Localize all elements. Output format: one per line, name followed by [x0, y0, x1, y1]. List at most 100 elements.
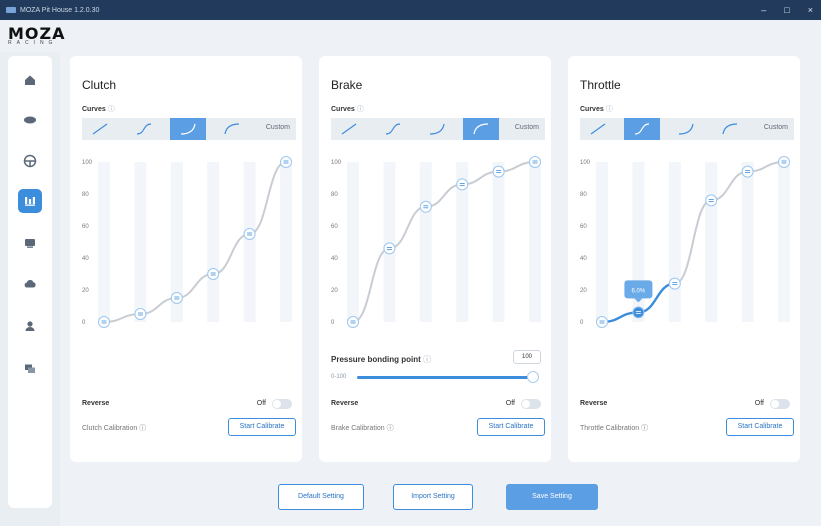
- preset-custom[interactable]: Custom: [515, 124, 539, 131]
- brake-curve-chart[interactable]: 100 80 60 40 20 0: [329, 152, 545, 332]
- app-icon: [6, 7, 16, 13]
- start-calibrate-button[interactable]: Start Calibrate: [726, 418, 794, 436]
- preset-linear[interactable]: [580, 118, 616, 140]
- sidebar-item-user[interactable]: [18, 314, 42, 338]
- curve-handle[interactable]: [741, 165, 754, 178]
- grid-column: [492, 162, 505, 322]
- curve-presets: Custom: [82, 118, 296, 140]
- curve-handle[interactable]: [347, 316, 359, 328]
- calibration-row: Clutch Calibration ⓘ Start Calibrate: [82, 418, 296, 436]
- curve-handle[interactable]: [98, 316, 110, 328]
- sidebar: [8, 56, 52, 508]
- curve-handle[interactable]: [419, 200, 432, 213]
- y-tick-label: 100: [580, 160, 591, 166]
- linear-curve-icon: [590, 123, 606, 135]
- save-setting-button[interactable]: Save Setting: [506, 484, 598, 510]
- preset-exponential[interactable]: [170, 118, 206, 140]
- preset-logarithmic[interactable]: [712, 118, 748, 140]
- pressure-slider-track[interactable]: [357, 376, 533, 379]
- steering-wheel-icon: [23, 154, 37, 168]
- preset-custom[interactable]: Custom: [266, 124, 290, 131]
- curve-handle[interactable]: [207, 268, 220, 280]
- sidebar-item-home[interactable]: [18, 68, 42, 92]
- minimize-button[interactable]: –: [761, 5, 766, 15]
- pressure-bonding-point: Pressure bonding point ⓘ 100 0-100: [331, 348, 545, 388]
- preset-s-curve[interactable]: [624, 118, 660, 140]
- grid-column: [280, 162, 292, 322]
- curve-handle[interactable]: [705, 194, 718, 207]
- y-tick-label: 100: [331, 160, 342, 166]
- home-icon: [25, 75, 35, 85]
- close-button[interactable]: ×: [808, 5, 813, 15]
- sidebar-item-feedback[interactable]: [18, 357, 42, 381]
- grid-column: [98, 162, 110, 322]
- pressure-value-input[interactable]: 100: [513, 350, 541, 364]
- maximize-button[interactable]: □: [784, 5, 789, 15]
- curve-handle[interactable]: [456, 178, 469, 191]
- main-content: Clutch Curves ⓘ Custom 100 80 60 40 20 0 Rever…: [60, 52, 821, 526]
- y-tick-label: 0: [580, 320, 584, 326]
- reverse-toggle[interactable]: [770, 399, 790, 409]
- y-tick-label: 100: [82, 160, 93, 166]
- toggle-knob: [771, 400, 779, 408]
- curve-handle[interactable]: [134, 308, 147, 320]
- y-tick-label: 40: [331, 256, 338, 262]
- curve-handle[interactable]: [529, 156, 541, 168]
- preset-logarithmic[interactable]: [214, 118, 250, 140]
- handle-circle: [347, 316, 359, 328]
- y-tick-label: 40: [82, 256, 89, 262]
- curve-handle[interactable]: [778, 156, 790, 168]
- handle-circle: [492, 165, 505, 178]
- start-calibrate-button[interactable]: Start Calibrate: [477, 418, 545, 436]
- preset-logarithmic[interactable]: [463, 118, 499, 140]
- curve-handle[interactable]: [596, 316, 608, 328]
- default-setting-button[interactable]: Default Setting: [278, 484, 364, 510]
- handle-circle: [668, 277, 681, 290]
- preset-custom[interactable]: Custom: [764, 124, 788, 131]
- start-calibrate-button[interactable]: Start Calibrate: [228, 418, 296, 436]
- curve-handle[interactable]: [170, 292, 183, 304]
- curve-handle[interactable]: [492, 165, 505, 178]
- grid-column: [529, 162, 541, 322]
- sidebar-item-pedals[interactable]: [18, 189, 42, 213]
- sidebar-item-wheelbase[interactable]: [18, 108, 42, 132]
- y-tick-label: 80: [580, 192, 587, 198]
- grid-column: [243, 162, 256, 322]
- wheelbase-icon: [24, 116, 36, 124]
- sidebar-item-steering-wheel[interactable]: [18, 149, 42, 173]
- reverse-toggle[interactable]: [272, 399, 292, 409]
- preset-s-curve[interactable]: [375, 118, 411, 140]
- curves-label: Curves ⓘ: [580, 106, 613, 113]
- throttle-curve-chart[interactable]: 100 80 60 40 20 0 6.0%: [578, 152, 794, 332]
- curve-handle[interactable]: [280, 156, 292, 168]
- panel-title: Clutch: [82, 78, 117, 92]
- info-icon: ⓘ: [356, 106, 364, 113]
- title-bar: MOZA Pit House 1.2.0.30 – □ ×: [0, 0, 821, 20]
- sidebar-item-dashboard[interactable]: [18, 231, 42, 255]
- curve-handle[interactable]: [668, 277, 681, 290]
- window-controls: – □ ×: [761, 0, 813, 20]
- y-tick-label: 20: [331, 288, 338, 294]
- preset-linear[interactable]: [331, 118, 367, 140]
- preset-exponential[interactable]: [419, 118, 455, 140]
- reverse-toggle[interactable]: [521, 399, 541, 409]
- curve-handle[interactable]: [632, 306, 645, 319]
- curve-handle[interactable]: [383, 242, 396, 255]
- s-curve-icon: [136, 123, 152, 135]
- import-setting-button[interactable]: Import Setting: [393, 484, 473, 510]
- preset-exponential[interactable]: [668, 118, 704, 140]
- logarithmic-curve-icon: [722, 123, 738, 135]
- curve-line: [103, 161, 287, 323]
- sidebar-item-cloud[interactable]: [18, 272, 42, 296]
- reverse-row: Reverse Off: [331, 398, 545, 412]
- reverse-label: Reverse: [580, 400, 608, 407]
- preset-s-curve[interactable]: [126, 118, 162, 140]
- pressure-range: 0-100: [331, 374, 347, 380]
- preset-linear[interactable]: [82, 118, 118, 140]
- logarithmic-curve-icon: [473, 123, 489, 135]
- reverse-label: Reverse: [82, 400, 110, 407]
- clutch-curve-chart[interactable]: 100 80 60 40 20 0: [80, 152, 296, 332]
- info-icon: ⓘ: [107, 106, 115, 113]
- pressure-slider-thumb[interactable]: [527, 371, 539, 383]
- curve-handle[interactable]: [243, 228, 256, 240]
